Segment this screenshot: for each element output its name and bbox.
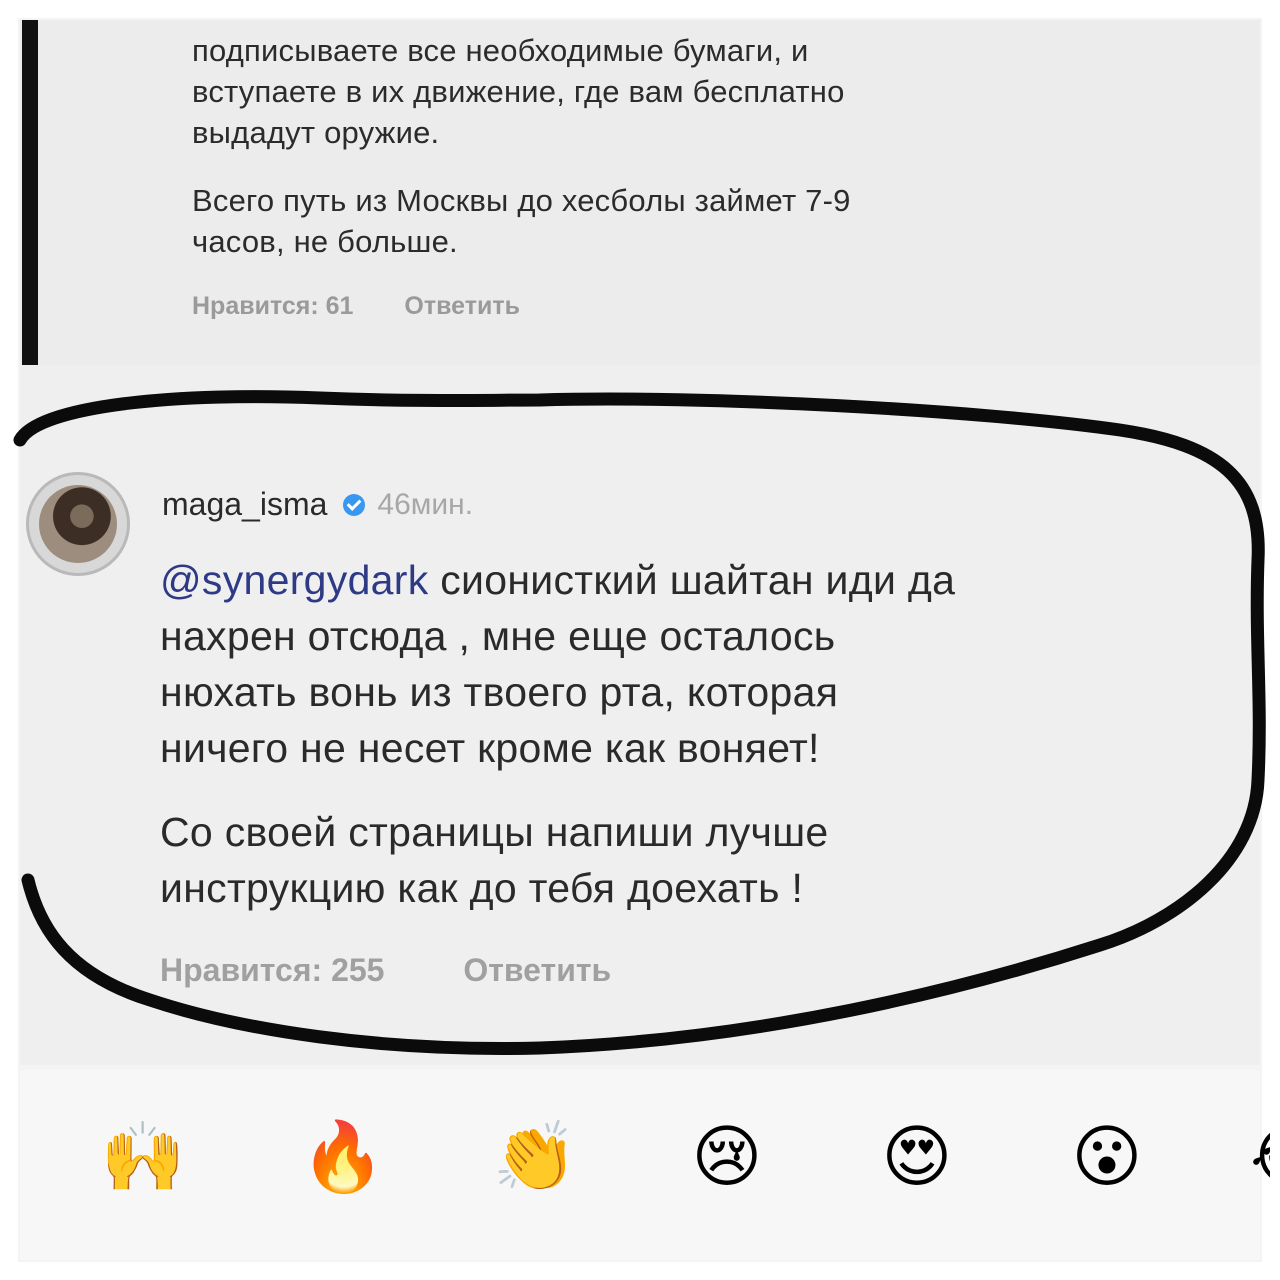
fire-emoji-icon[interactable]: 🔥 xyxy=(298,1123,388,1191)
surprised-face-emoji-icon[interactable]: 😮 xyxy=(1062,1123,1152,1191)
heart-eyes-emoji-icon[interactable]: 😍 xyxy=(872,1123,962,1191)
partial-emoji-icon[interactable]: 😂 xyxy=(1250,1123,1270,1191)
clapping-hands-emoji-icon[interactable]: 👏 xyxy=(490,1123,580,1191)
crying-face-emoji-icon[interactable]: 😢 xyxy=(682,1123,772,1191)
raising-hands-emoji-icon[interactable]: 🙌 xyxy=(98,1123,188,1191)
